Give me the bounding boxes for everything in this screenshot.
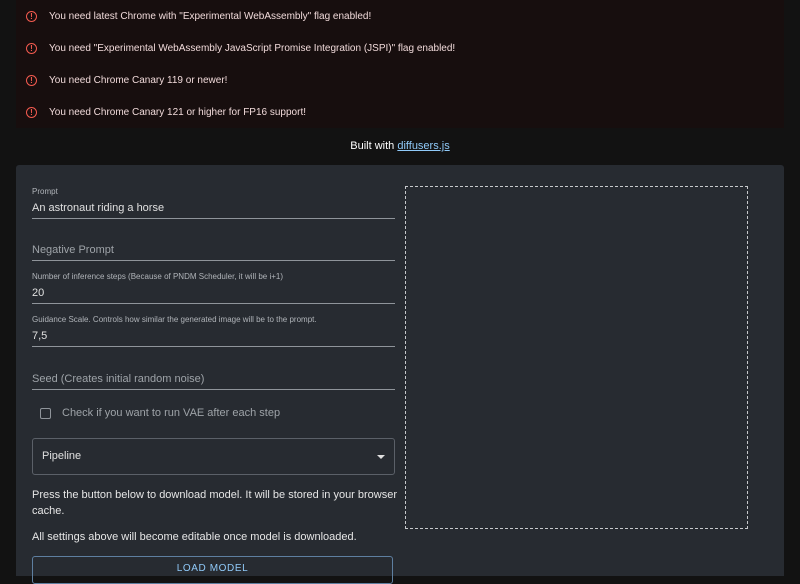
vae-checkbox-label[interactable]: Check if you want to run VAE after each … — [62, 407, 280, 419]
inference-steps-field[interactable]: Number of inference steps (Because of PN… — [32, 268, 395, 304]
alert-text: You need Chrome Canary 121 or higher for… — [49, 106, 307, 118]
negative-prompt-field[interactable]: Negative Prompt — [32, 225, 395, 261]
alert-text: You need "Experimental WebAssembly JavaS… — [49, 42, 456, 54]
error-icon: ! — [26, 10, 37, 22]
inference-steps-label: Number of inference steps (Because of PN… — [32, 272, 284, 281]
caret-down-icon — [377, 455, 385, 459]
inference-steps-input[interactable]: 20 — [32, 287, 44, 299]
vae-checkbox-row[interactable]: Check if you want to run VAE after each … — [40, 407, 280, 419]
pipeline-select[interactable]: Pipeline — [32, 438, 395, 475]
load-model-button[interactable]: LOAD MODEL — [32, 556, 393, 584]
alert-canary-119: ! You need Chrome Canary 119 or newer! — [26, 72, 227, 88]
built-with: Built with diffusers.js — [0, 140, 800, 152]
guidance-scale-field[interactable]: Guidance Scale. Controls how similar the… — [32, 311, 395, 347]
alert-chrome-wasm: ! You need latest Chrome with "Experimen… — [26, 8, 371, 24]
alert-text: You need latest Chrome with "Experimenta… — [49, 10, 372, 22]
seed-input[interactable]: Seed (Creates initial random noise) — [32, 373, 204, 385]
alert-jspi: ! You need "Experimental WebAssembly Jav… — [26, 40, 455, 56]
seed-field[interactable]: Seed (Creates initial random noise) — [32, 354, 395, 390]
guidance-scale-input[interactable]: 7,5 — [32, 330, 47, 342]
alerts-banner: ! You need latest Chrome with "Experimen… — [16, 0, 784, 128]
error-icon: ! — [26, 74, 37, 86]
alert-text: You need Chrome Canary 119 or newer! — [49, 74, 228, 86]
download-info: Press the button below to download model… — [32, 489, 398, 517]
error-icon: ! — [26, 42, 37, 54]
prompt-input[interactable]: An astronaut riding a horse — [32, 202, 164, 214]
prompt-field[interactable]: Prompt An astronaut riding a horse — [32, 183, 395, 219]
pipeline-select-value: Pipeline — [42, 450, 82, 462]
error-icon: ! — [26, 106, 37, 118]
generated-image-area — [405, 186, 748, 529]
main-panel: Prompt An astronaut riding a horse Negat… — [16, 165, 784, 584]
diffusers-link[interactable]: diffusers.js — [397, 140, 449, 152]
vae-checkbox[interactable] — [40, 407, 51, 419]
guidance-scale-label: Guidance Scale. Controls how similar the… — [32, 315, 317, 324]
negative-prompt-input[interactable]: Negative Prompt — [32, 244, 114, 256]
prompt-label: Prompt — [32, 187, 58, 196]
built-with-text: Built with — [350, 140, 398, 152]
editable-info: All settings above will become editable … — [32, 531, 357, 543]
alert-canary-121: ! You need Chrome Canary 121 or higher f… — [26, 104, 306, 120]
